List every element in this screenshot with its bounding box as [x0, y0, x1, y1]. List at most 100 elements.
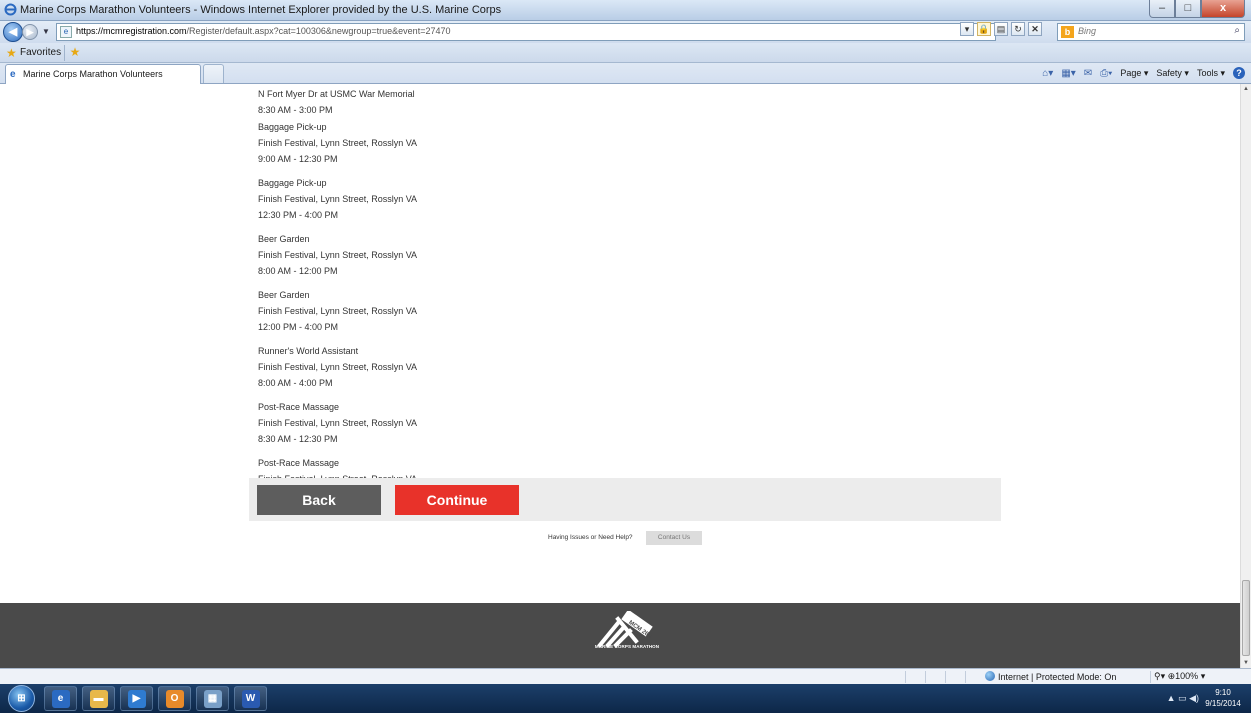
- stop-icon[interactable]: ✕: [1028, 22, 1042, 36]
- tools-menu[interactable]: Tools ▾: [1197, 68, 1225, 79]
- outlook-icon: O: [165, 690, 184, 708]
- favorites-star-icon[interactable]: ★: [6, 46, 17, 60]
- back-button[interactable]: Back: [257, 485, 381, 515]
- ie-logo-icon: [4, 3, 17, 16]
- minimize-button[interactable]: –: [1149, 0, 1175, 18]
- shift-role: Beer Garden: [258, 234, 310, 244]
- taskbar-word[interactable]: W: [234, 686, 267, 711]
- status-divider: [905, 671, 906, 683]
- zoom-text: 100%: [1175, 671, 1199, 681]
- new-tab-button[interactable]: [203, 64, 224, 83]
- shift-list: Baggage Pick-up Finish Festival, Lynn Str…: [258, 119, 558, 511]
- page-icon: e: [60, 26, 72, 38]
- forward-arrow-icon: ▶: [26, 27, 34, 37]
- shift-role: Baggage Pick-up: [258, 178, 327, 188]
- safety-menu[interactable]: Safety ▾: [1156, 68, 1189, 79]
- lock-icon[interactable]: 🔒: [977, 22, 991, 36]
- contact-us-button[interactable]: Contact Us: [646, 531, 702, 545]
- bing-icon: b: [1061, 26, 1074, 38]
- clock-time: 9:10: [1215, 688, 1231, 697]
- help-bar: Having Issues or Need Help? Contact Us: [249, 530, 1001, 546]
- favorites-button[interactable]: Favorites: [20, 47, 61, 58]
- search-placeholder: Bing: [1078, 26, 1097, 36]
- scrollbar-thumb[interactable]: [1242, 580, 1250, 656]
- shift-item: Beer Garden Finish Festival, Lynn Street,…: [258, 231, 558, 279]
- taskbar-outlook[interactable]: O: [158, 686, 191, 711]
- search-icon[interactable]: ⌕: [1234, 25, 1240, 36]
- read-mail-icon[interactable]: ✉: [1084, 68, 1092, 79]
- compatibility-view-icon[interactable]: ▤: [994, 22, 1008, 36]
- shift-time: 8:00 AM - 12:00 PM: [258, 266, 338, 276]
- globe-icon: [985, 671, 995, 681]
- status-divider: [925, 671, 926, 683]
- shift-item: Beer Garden Finish Festival, Lynn Street,…: [258, 287, 558, 335]
- history-dropdown-icon[interactable]: ▼: [42, 27, 50, 36]
- url-path: /Register/default.aspx?cat=100306&newgro…: [186, 26, 451, 36]
- favorites-divider: [64, 45, 65, 61]
- close-button[interactable]: x: [1201, 0, 1245, 18]
- taskbar-internet-explorer[interactable]: e: [44, 686, 77, 711]
- status-divider: [945, 671, 946, 683]
- clock[interactable]: 9:10 9/15/2014: [1203, 687, 1243, 709]
- page-footer: MCM 26.2 MARINE CORPS MARATHON: [0, 603, 1240, 668]
- browser-back-button[interactable]: ◀: [3, 22, 23, 42]
- taskbar-explorer[interactable]: ▬: [82, 686, 115, 711]
- shift-item: Baggage Pick-up Finish Festival, Lynn Str…: [258, 119, 558, 167]
- window-controls: – □ x: [1149, 0, 1245, 18]
- zoom-level[interactable]: ⚲▾ ⊕100% ▾: [1154, 671, 1205, 682]
- dropdown-icon[interactable]: ▾: [960, 22, 974, 36]
- window-title: Marine Corps Marathon Volunteers - Windo…: [20, 4, 502, 16]
- continue-button[interactable]: Continue: [395, 485, 519, 515]
- shift-time: 12:30 PM - 4:00 PM: [258, 210, 339, 220]
- shift-time: 8:30 AM - 3:00 PM: [258, 105, 333, 115]
- taskbar-media-player[interactable]: ▶: [120, 686, 153, 711]
- calculator-icon: ▦: [203, 690, 222, 708]
- address-tools: ▾ 🔒 ▤ ↻ ✕: [960, 22, 1042, 36]
- action-bar: Back Continue: [249, 478, 1001, 521]
- refresh-icon[interactable]: ↻: [1011, 22, 1025, 36]
- scroll-down-icon[interactable]: ▼: [1243, 660, 1249, 666]
- word-icon: W: [241, 690, 260, 708]
- page-menu[interactable]: Page ▾: [1120, 68, 1148, 79]
- shift-location: Finish Festival, Lynn Street, Rosslyn VA: [258, 250, 418, 260]
- back-arrow-icon: ◀: [8, 26, 18, 38]
- taskbar: ⊞ e ▬ ▶ O ▦ W ▲ ▭ ◀) 9:10 9/15/2014: [0, 684, 1251, 713]
- zone-text: Internet | Protected Mode: On: [998, 672, 1117, 682]
- help-text: Having Issues or Need Help?: [548, 534, 633, 541]
- vertical-scrollbar[interactable]: ▲ ▼: [1240, 84, 1251, 668]
- tab-marine-corps-marathon[interactable]: e Marine Corps Marathon Volunteers: [5, 64, 201, 84]
- scroll-up-icon[interactable]: ▲: [1243, 86, 1249, 92]
- shift-item: Runner's World Assistant Finish Festival,…: [258, 343, 558, 391]
- feeds-icon[interactable]: ▦▾: [1061, 68, 1075, 79]
- address-field[interactable]: e https://mcmregistration.com/Register/d…: [56, 23, 996, 41]
- browser-forward-button[interactable]: ▶: [22, 24, 38, 40]
- tab-label: Marine Corps Marathon Volunteers: [23, 69, 163, 79]
- clock-date: 9/15/2014: [1205, 699, 1241, 708]
- shift-role: Runner's World Assistant: [258, 346, 359, 356]
- media-player-icon: ▶: [127, 690, 146, 708]
- search-input[interactable]: b Bing ⌕: [1057, 23, 1245, 41]
- shift-time: 8:30 AM - 12:30 PM: [258, 434, 338, 444]
- shift-location: N Fort Myer Dr at USMC War Memorial: [258, 89, 415, 99]
- help-icon[interactable]: ?: [1233, 67, 1245, 79]
- shift-item: Baggage Pick-up Finish Festival, Lynn Str…: [258, 175, 558, 223]
- tray-icons[interactable]: ▲ ▭ ◀): [1167, 693, 1199, 704]
- ie-icon: e: [51, 690, 70, 708]
- windows-logo-icon: ⊞: [17, 693, 26, 704]
- taskbar-calculator[interactable]: ▦: [196, 686, 229, 711]
- shift-role: Beer Garden: [258, 290, 310, 300]
- status-divider: [965, 671, 966, 683]
- shift-time: 12:00 PM - 4:00 PM: [258, 322, 339, 332]
- add-to-favorites-bar-icon[interactable]: ★: [67, 45, 83, 60]
- window-title-bar: Marine Corps Marathon Volunteers - Windo…: [0, 0, 1251, 21]
- security-zone[interactable]: Internet | Protected Mode: On: [985, 671, 1116, 682]
- shift-location: Finish Festival, Lynn Street, Rosslyn VA: [258, 138, 418, 148]
- print-icon[interactable]: ⎙▾: [1100, 68, 1112, 79]
- url-text[interactable]: https://mcmregistration.com/Register/def…: [76, 26, 450, 36]
- shift-time: 9:00 AM - 12:30 PM: [258, 154, 338, 164]
- maximize-button[interactable]: □: [1175, 0, 1201, 18]
- shift-location: Finish Festival, Lynn Street, Rosslyn VA: [258, 418, 418, 428]
- home-icon[interactable]: ⌂▾: [1042, 68, 1053, 79]
- start-button[interactable]: ⊞: [8, 685, 35, 712]
- shift-role: Baggage Pick-up: [258, 122, 327, 132]
